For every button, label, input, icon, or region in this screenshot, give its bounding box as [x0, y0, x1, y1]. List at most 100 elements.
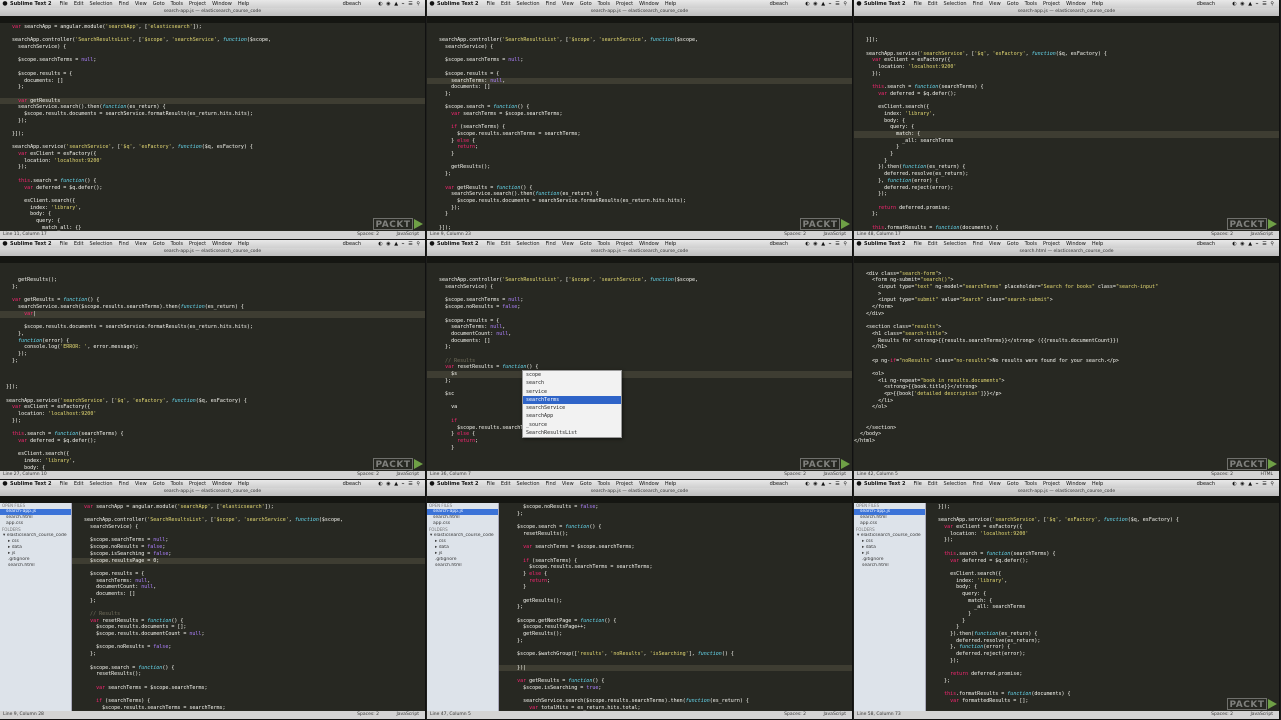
code-line[interactable]: </h1>	[854, 344, 1279, 351]
menu-item-goto[interactable]: Goto	[1007, 481, 1019, 487]
code-line[interactable]	[0, 64, 425, 71]
code-line[interactable]	[427, 311, 852, 318]
code-line[interactable]: var deferred = $q.defer();	[926, 558, 1279, 565]
code-line[interactable]: };	[0, 84, 425, 91]
code-line[interactable]: searchApp.service('searchService', ['$q'…	[854, 51, 1279, 58]
code-line[interactable]: body: {	[0, 211, 425, 218]
apple-icon[interactable]: ●	[427, 0, 437, 8]
code-line[interactable]: location: 'localhost:9200'	[926, 531, 1279, 538]
code-line[interactable]: documents: []	[72, 591, 425, 598]
code-line[interactable]: },	[0, 331, 425, 338]
code-line[interactable]: var getResults = function() {	[499, 678, 852, 685]
code-line[interactable]: <strong>{{book.title}}</strong>	[854, 384, 1279, 391]
code-line[interactable]: esClient.search({	[854, 104, 1279, 111]
code-line[interactable]	[0, 171, 425, 178]
user-name[interactable]: dbeach	[770, 0, 788, 8]
code-line[interactable]	[499, 658, 852, 665]
code-line[interactable]: var deferred = $q.defer();	[0, 438, 425, 445]
code-line[interactable]: <section class="results">	[854, 324, 1279, 331]
autocomplete-item[interactable]: _source	[523, 421, 621, 429]
menu-item-help[interactable]: Help	[1092, 241, 1103, 247]
code-line[interactable]: $scope.results.searchTerms = searchTerms…	[499, 564, 852, 571]
menu-item-tools[interactable]: Tools	[1025, 1, 1037, 7]
code-line[interactable]: } else {	[427, 431, 852, 438]
code-line[interactable]: body: {	[926, 584, 1279, 591]
menu-item-project[interactable]: Project	[616, 241, 633, 247]
code-line[interactable]: } else {	[499, 571, 852, 578]
menu-item-tools[interactable]: Tools	[598, 241, 610, 247]
code-line[interactable]: searchService) {	[427, 44, 852, 51]
code-line[interactable]	[854, 364, 1279, 371]
autocomplete-item[interactable]: SearchResultsList	[523, 429, 621, 437]
code-line[interactable]: documents: []	[0, 78, 425, 85]
code-line[interactable]: searchService) {	[427, 284, 852, 291]
menu-item-help[interactable]: Help	[238, 1, 249, 7]
code-line[interactable]: var searchApp = angular.module('searchAp…	[0, 24, 425, 31]
code-line[interactable]: }	[926, 611, 1279, 618]
code-line[interactable]: deferred.reject(error);	[926, 651, 1279, 658]
code-line[interactable]: $scope.isSearching = true;	[499, 685, 852, 692]
code-line[interactable]: };	[499, 511, 852, 518]
menu-item-tools[interactable]: Tools	[171, 481, 183, 487]
code-line[interactable]: </ol>	[854, 404, 1279, 411]
code-line[interactable]: index: 'library',	[926, 578, 1279, 585]
code-line[interactable]: searchApp.service('searchService', ['$q'…	[0, 144, 425, 151]
code-line[interactable]: return deferred.promise;	[854, 205, 1279, 212]
code-line[interactable]: searchTerms: null,	[427, 324, 852, 331]
code-line[interactable]: body: {	[854, 118, 1279, 125]
code-line[interactable]: }	[854, 151, 1279, 158]
menu-item-view[interactable]: View	[135, 481, 147, 487]
autocomplete-item[interactable]: scope	[523, 371, 621, 379]
menu-item-help[interactable]: Help	[665, 481, 676, 487]
code-line[interactable]	[427, 24, 852, 31]
menu-item-file[interactable]: File	[486, 1, 494, 7]
code-line[interactable]	[854, 218, 1279, 225]
code-line[interactable]	[72, 691, 425, 698]
code-line[interactable]: });	[926, 537, 1279, 544]
code-line[interactable]: location: 'localhost:9200'	[0, 411, 425, 418]
code-line[interactable]: return;	[427, 144, 852, 151]
code-line[interactable]: }]);	[0, 384, 425, 391]
code-line[interactable]: };	[427, 344, 852, 351]
syntax-mode[interactable]: JavaScript	[823, 711, 846, 719]
code-line[interactable]: };	[72, 598, 425, 605]
menu-item-project[interactable]: Project	[616, 481, 633, 487]
code-line[interactable]	[0, 51, 425, 58]
menu-item-edit[interactable]: Edit	[928, 481, 938, 487]
code-line[interactable]: getResults();	[499, 631, 852, 638]
code-line[interactable]: $scope.results.searchTerms = searchTerms…	[427, 425, 852, 432]
indentation-setting[interactable]: Spaces: 2	[784, 471, 806, 479]
code-line[interactable]: }	[427, 211, 852, 218]
menu-item-goto[interactable]: Goto	[580, 241, 592, 247]
code-line[interactable]: var esClient = esFactory({	[0, 404, 425, 411]
code-line[interactable]: location: 'localhost:9200'	[0, 158, 425, 165]
menu-item-file[interactable]: File	[486, 481, 494, 487]
code-line[interactable]: esClient.search({	[0, 198, 425, 205]
menu-item-tools[interactable]: Tools	[598, 1, 610, 7]
code-line[interactable]: searchApp.controller('SearchResultsList'…	[0, 37, 425, 44]
code-line[interactable]: $scope.resultsPage = 0;	[72, 557, 425, 565]
code-line[interactable]: <p>{{book['detailed description']}}</p>	[854, 391, 1279, 398]
code-editor[interactable]: }]); searchApp.service('searchService', …	[926, 503, 1279, 711]
menu-item-view[interactable]: View	[562, 1, 574, 7]
code-line[interactable]	[72, 638, 425, 645]
code-line[interactable]: }	[854, 144, 1279, 151]
menu-item-edit[interactable]: Edit	[74, 241, 84, 247]
menu-item-goto[interactable]: Goto	[153, 481, 165, 487]
code-line[interactable]	[854, 44, 1279, 51]
code-line[interactable]	[499, 551, 852, 558]
code-editor[interactable]: <div class="search-form"> <form ng-submi…	[854, 263, 1279, 471]
code-line[interactable]: searchApp.controller('SearchResultsList'…	[427, 37, 852, 44]
code-line[interactable]: >	[854, 291, 1279, 298]
code-line[interactable]: });	[854, 191, 1279, 198]
menu-item-edit[interactable]: Edit	[74, 1, 84, 7]
user-name[interactable]: dbeach	[343, 0, 361, 8]
user-name[interactable]: dbeach	[343, 480, 361, 488]
menu-item-find[interactable]: Find	[973, 241, 983, 247]
code-line[interactable]: </div>	[854, 311, 1279, 318]
code-line[interactable]: index: 'library',	[0, 205, 425, 212]
code-line[interactable]: <input type="submit" value="Search" clas…	[854, 297, 1279, 304]
code-line[interactable]: };	[72, 651, 425, 658]
code-line[interactable]: $scope.results.documents = searchService…	[0, 324, 425, 331]
syntax-mode[interactable]: JavaScript	[1250, 231, 1273, 239]
